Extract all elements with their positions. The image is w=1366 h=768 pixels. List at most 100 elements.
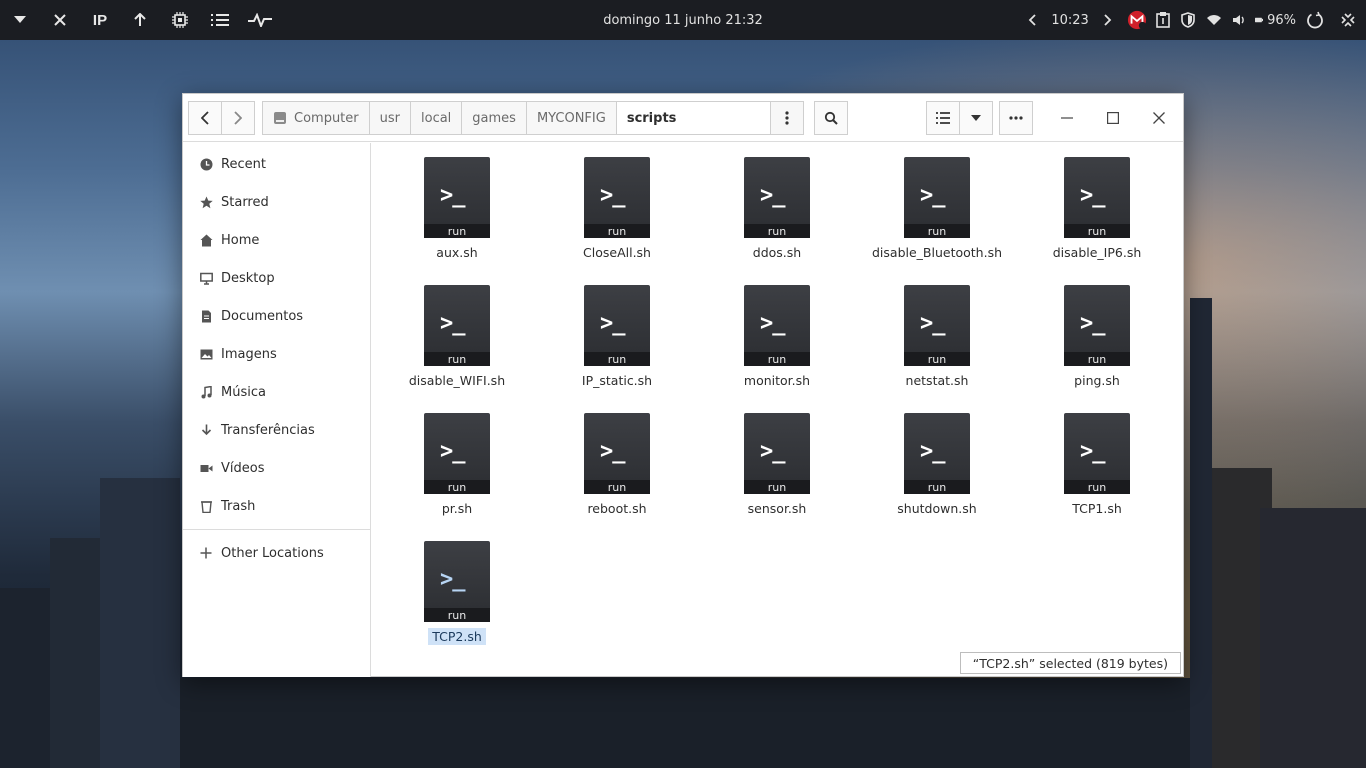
file-item[interactable]: >_ run ddos.sh [697, 143, 857, 261]
clock-datetime[interactable]: domingo 11 junho 21:32 [603, 13, 763, 28]
file-name: shutdown.sh [897, 501, 977, 516]
volume-icon[interactable] [1227, 0, 1251, 40]
breadcrumb-usr[interactable]: usr [368, 101, 411, 135]
sidebar-item-trash[interactable]: Trash [183, 488, 371, 524]
wifi-icon[interactable] [1201, 0, 1227, 40]
path-menu-button[interactable] [769, 101, 804, 135]
file-name: ddos.sh [752, 245, 802, 260]
file-item[interactable]: >_ run monitor.sh [697, 271, 857, 389]
file-grid: >_ run aux.sh >_ run CloseAll.sh >_ run ddos.sh >… [372, 143, 1183, 677]
ip-indicator[interactable]: IP [80, 0, 120, 40]
view-list-button[interactable] [926, 101, 960, 135]
file-badge: run [424, 224, 490, 238]
breadcrumb-scripts[interactable]: scripts [615, 101, 771, 135]
sidebar-item-other-locations[interactable]: Other Locations [183, 535, 371, 571]
sidebar-item-documentos[interactable]: Documentos [183, 298, 371, 334]
breadcrumb-label: games [472, 110, 516, 126]
power-icon[interactable] [1300, 0, 1330, 40]
file-item[interactable]: >_ run ping.sh [1017, 271, 1177, 389]
desktop-icon [198, 272, 214, 285]
file-badge: run [904, 352, 970, 366]
battery-icon[interactable] [1251, 0, 1267, 40]
sidebar-item-starred[interactable]: Starred [183, 184, 371, 220]
file-item[interactable]: >_ run pr.sh [377, 399, 537, 517]
pulse-icon[interactable] [240, 0, 280, 40]
sidebar: Recent Starred Home Desktop Documentos I… [183, 143, 371, 677]
file-name: disable_Bluetooth.sh [871, 245, 1003, 260]
sidebar-item-label: Home [221, 232, 260, 248]
file-manager-window: Computer usr local games MYCONFIG script… [182, 93, 1184, 677]
star-icon [198, 196, 214, 209]
sidebar-item-desktop[interactable]: Desktop [183, 260, 371, 296]
shield-icon[interactable] [1175, 0, 1201, 40]
file-name: monitor.sh [743, 373, 811, 388]
system-menu-icon[interactable] [1330, 0, 1366, 40]
sidebar-divider [183, 529, 371, 530]
file-item[interactable]: >_ run shutdown.sh [857, 399, 1017, 517]
breadcrumb-games[interactable]: games [461, 101, 527, 135]
sidebar-item-musica[interactable]: Música [183, 374, 371, 410]
file-name: ping.sh [1074, 373, 1120, 388]
terminal-script-icon: >_ run [904, 157, 970, 238]
terminal-script-icon: >_ run [424, 157, 490, 238]
forward-button[interactable] [221, 101, 255, 135]
view-options-button[interactable] [959, 101, 993, 135]
back-button[interactable] [188, 101, 222, 135]
file-item[interactable]: >_ run disable_IP6.sh [1017, 143, 1177, 261]
file-item[interactable]: >_ run aux.sh [377, 143, 537, 261]
sidebar-item-home[interactable]: Home [183, 222, 371, 258]
breadcrumb-local[interactable]: local [410, 101, 463, 135]
terminal-script-icon: >_ run [424, 285, 490, 366]
sidebar-item-transferencias[interactable]: Transferências [183, 412, 371, 448]
sidebar-item-recent[interactable]: Recent [183, 146, 371, 182]
file-item[interactable]: >_ run CloseAll.sh [537, 143, 697, 261]
file-item[interactable]: >_ run disable_WIFI.sh [377, 271, 537, 389]
file-badge: run [1064, 224, 1130, 238]
file-item[interactable]: >_ run TCP2.sh [377, 527, 537, 645]
sidebar-item-imagens[interactable]: Imagens [183, 336, 371, 372]
file-name: aux.sh [436, 245, 478, 260]
drive-icon [274, 112, 286, 124]
maximize-icon [1107, 112, 1119, 124]
terminal-prompt-icon: >_ [920, 183, 945, 208]
terminal-prompt-icon: >_ [600, 311, 625, 336]
update-notifier-icon[interactable] [1123, 0, 1151, 40]
list-icon[interactable] [200, 0, 240, 40]
trash-icon [198, 500, 214, 513]
arrow-up-icon[interactable] [120, 0, 160, 40]
file-item[interactable]: >_ run IP_static.sh [537, 271, 697, 389]
timer-value[interactable]: 10:23 [1047, 0, 1093, 40]
breadcrumb-computer[interactable]: Computer [262, 101, 370, 135]
file-item[interactable]: >_ run sensor.sh [697, 399, 857, 517]
cpu-icon[interactable] [160, 0, 200, 40]
terminal-prompt-icon: >_ [760, 439, 785, 464]
menu-button[interactable] [999, 101, 1033, 135]
breadcrumb-myconfig[interactable]: MYCONFIG [525, 101, 617, 135]
file-name: IP_static.sh [581, 373, 653, 388]
file-badge: run [904, 480, 970, 494]
chevron-right-icon [234, 111, 242, 125]
minimize-button[interactable] [1049, 101, 1085, 135]
home-icon [198, 234, 214, 247]
terminal-prompt-icon: >_ [1080, 311, 1105, 336]
search-button[interactable] [814, 101, 848, 135]
file-badge: run [1064, 480, 1130, 494]
music-icon [198, 385, 214, 399]
battery-percent[interactable]: 96% [1267, 0, 1300, 40]
close-icon[interactable] [40, 0, 80, 40]
file-item[interactable]: >_ run disable_Bluetooth.sh [857, 143, 1017, 261]
file-name: disable_WIFI.sh [408, 373, 506, 388]
top-panel: IP domingo 11 junho 21:32 10:23 96% [0, 0, 1366, 40]
close-window-button[interactable] [1141, 101, 1177, 135]
timer-next-icon[interactable] [1093, 0, 1123, 40]
file-item[interactable]: >_ run reboot.sh [537, 399, 697, 517]
chevron-down-icon[interactable] [0, 0, 40, 40]
file-name: TCP1.sh [1072, 501, 1122, 516]
file-item[interactable]: >_ run netstat.sh [857, 271, 1017, 389]
file-item[interactable]: >_ run TCP1.sh [1017, 399, 1177, 517]
sidebar-item-videos[interactable]: Vídeos [183, 450, 371, 486]
maximize-button[interactable] [1095, 101, 1131, 135]
clipboard-icon[interactable] [1151, 0, 1175, 40]
sidebar-item-label: Desktop [221, 270, 275, 286]
timer-prev-icon[interactable] [1017, 0, 1047, 40]
